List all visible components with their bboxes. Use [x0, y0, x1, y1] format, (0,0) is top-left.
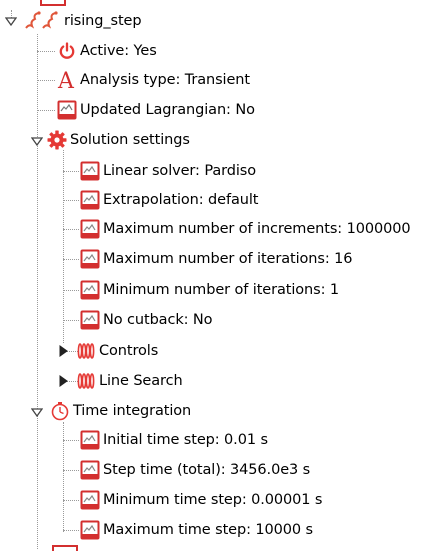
- gear-icon: [47, 130, 67, 150]
- tree-node-label: Solution settings: [70, 132, 190, 148]
- triangle-down-icon: [5, 17, 17, 26]
- clipped-item-icon: [40, 0, 66, 6]
- expand-toggle[interactable]: [56, 344, 70, 358]
- tree-connector: [63, 470, 79, 471]
- tree-node-label: Maximum number of iterations: 16: [103, 251, 353, 267]
- tree-node-label: Controls: [99, 343, 159, 359]
- triangle-down-icon: [31, 408, 43, 417]
- tree-node-label: Updated Lagrangian: No: [80, 102, 255, 118]
- tree-node-analysis-type[interactable]: A Analysis type: Transient: [57, 67, 250, 93]
- tree-connector: [63, 320, 79, 321]
- tree-connector: [37, 80, 55, 81]
- tree-node-max-time-step[interactable]: Maximum time step: 10000 s: [80, 517, 313, 543]
- parameter-icon: [80, 219, 100, 239]
- parameter-icon: [80, 280, 100, 300]
- stopwatch-icon: [50, 401, 70, 421]
- tree-node-step-time[interactable]: Step time (total): 3456.0e3 s: [80, 457, 310, 483]
- collapse-toggle[interactable]: [30, 134, 44, 148]
- tree-connector: [63, 200, 79, 201]
- tree-node-solution-settings[interactable]: Solution settings: [47, 127, 190, 153]
- tree-node-active[interactable]: Active: Yes: [57, 38, 157, 64]
- tree-node-label: Minimum time step: 0.00001 s: [103, 492, 323, 508]
- setting-icon: [57, 100, 77, 120]
- parameter-icon: [80, 190, 100, 210]
- tree-node-label: Linear solver: Pardiso: [103, 163, 256, 179]
- tree-connector: [37, 110, 55, 111]
- tree-node-line-search[interactable]: Line Search: [76, 368, 183, 394]
- tree-node-extrapolation[interactable]: Extrapolation: default: [80, 187, 258, 213]
- tree-connector: [63, 150, 64, 343]
- parameter-icon: [80, 520, 100, 540]
- tree-connector: [63, 500, 79, 501]
- tree-node-label: Maximum time step: 10000 s: [103, 522, 313, 538]
- tree-connector: [63, 530, 79, 531]
- tree-node-label: Minimum number of iterations: 1: [103, 282, 340, 298]
- parameter-icon: [80, 310, 100, 330]
- parameter-icon: [80, 460, 100, 480]
- triangle-right-icon: [59, 375, 68, 387]
- parameter-icon: [80, 161, 100, 181]
- tree-node-label: rising_step: [64, 13, 142, 29]
- parameter-icon: [80, 430, 100, 450]
- tree-node-label: Line Search: [99, 373, 183, 389]
- tree-node-updated-lagrangian[interactable]: Updated Lagrangian: No: [57, 97, 255, 123]
- tree-node-label: Initial time step: 0.01 s: [103, 432, 268, 448]
- tree-node-linear-solver[interactable]: Linear solver: Pardiso: [80, 158, 256, 184]
- tree-node-label: Step time (total): 3456.0e3 s: [103, 462, 311, 478]
- tree-node-max-increments[interactable]: Maximum number of increments: 1000000: [80, 216, 411, 242]
- tree-connector: [63, 440, 79, 441]
- tree-connector: [37, 34, 38, 549]
- tree-node-min-iterations[interactable]: Minimum number of iterations: 1: [80, 277, 339, 303]
- coil-icon: [76, 341, 96, 361]
- tree-node-label: Active: Yes: [80, 43, 157, 59]
- tree-connector: [63, 422, 64, 532]
- springs-icon: [21, 11, 61, 31]
- tree-connector: [37, 51, 55, 52]
- tree-node-initial-time-step[interactable]: Initial time step: 0.01 s: [80, 427, 268, 453]
- parameter-icon: [80, 249, 100, 269]
- collapse-toggle[interactable]: [30, 405, 44, 419]
- tree-connector: [63, 290, 79, 291]
- tree-node-label: Extrapolation: default: [103, 192, 259, 208]
- tree-node-label: Time integration: [73, 403, 192, 419]
- model-tree: rising_step Active: Yes A Analysis type:…: [0, 0, 445, 551]
- collapse-toggle[interactable]: [4, 14, 18, 28]
- tree-node-label: Maximum number of increments: 1000000: [103, 221, 411, 237]
- letter-a-icon: A: [57, 69, 77, 91]
- tree-node-label: Analysis type: Transient: [80, 72, 250, 88]
- expand-toggle[interactable]: [56, 374, 70, 388]
- tree-node-rising-step[interactable]: rising_step: [21, 8, 142, 34]
- power-icon: [57, 41, 77, 61]
- tree-node-no-cutback[interactable]: No cutback: No: [80, 307, 213, 333]
- svg-text:A: A: [57, 69, 75, 91]
- tree-node-controls[interactable]: Controls: [76, 338, 158, 364]
- tree-connector: [63, 171, 79, 172]
- tree-connector: [63, 229, 79, 230]
- tree-node-time-integration[interactable]: Time integration: [50, 398, 191, 424]
- triangle-down-icon: [31, 137, 43, 146]
- parameter-icon: [80, 490, 100, 510]
- triangle-right-icon: [59, 345, 68, 357]
- tree-node-label: No cutback: No: [103, 312, 213, 328]
- tree-node-max-iterations[interactable]: Maximum number of iterations: 16: [80, 246, 353, 272]
- tree-node-min-time-step[interactable]: Minimum time step: 0.00001 s: [80, 487, 322, 513]
- clipped-item-icon: [52, 545, 78, 551]
- coil-icon: [76, 371, 96, 391]
- tree-connector: [63, 259, 79, 260]
